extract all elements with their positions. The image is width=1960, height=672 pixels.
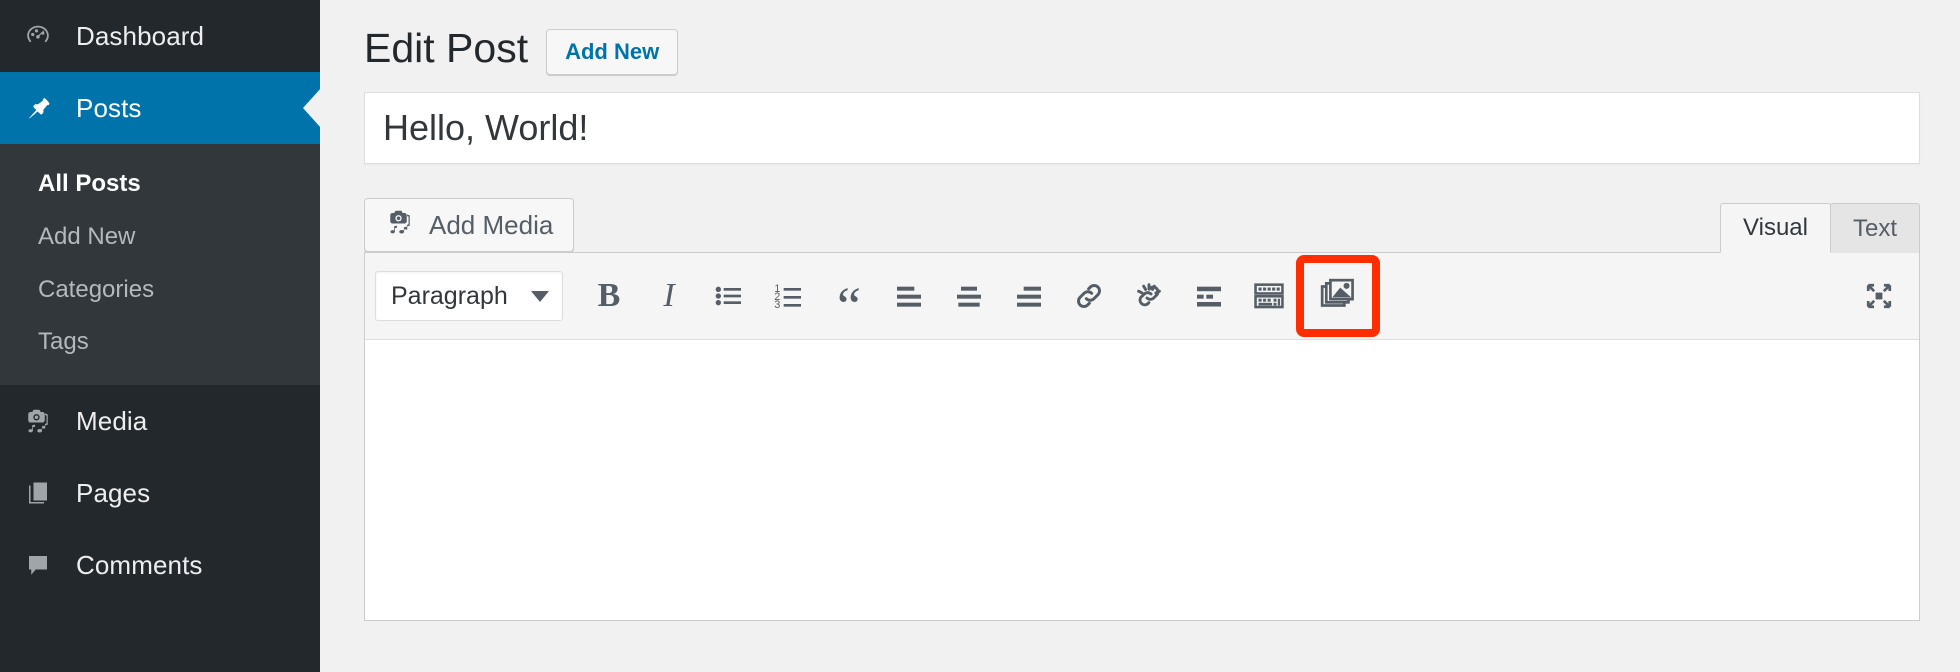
dashboard-icon: [14, 21, 62, 51]
comment-icon: [14, 550, 62, 580]
svg-text:3: 3: [774, 299, 780, 311]
italic-button[interactable]: I: [642, 269, 696, 323]
toolbar-toggle-icon: [1254, 283, 1284, 309]
page-header: Edit Post Add New: [364, 0, 1920, 82]
post-title-input[interactable]: [383, 106, 1901, 150]
media-icon: [14, 406, 62, 436]
sidebar-item-label: Media: [76, 405, 148, 436]
post-content-area[interactable]: [365, 340, 1919, 620]
italic-icon: I: [663, 277, 675, 314]
link-button[interactable]: [1062, 269, 1116, 323]
pages-icon: [14, 478, 62, 508]
submenu-item-all-posts[interactable]: All Posts: [0, 158, 320, 211]
page-title: Edit Post: [364, 25, 529, 72]
toolbar-toggle-button[interactable]: [1242, 269, 1296, 323]
media-icon: [385, 207, 415, 244]
add-media-button[interactable]: Add Media: [364, 198, 575, 252]
paragraph-format-select[interactable]: Paragraph: [375, 271, 563, 321]
pin-icon: [14, 93, 62, 123]
tab-text[interactable]: Text: [1829, 203, 1920, 253]
admin-content: Edit Post Add New Add Media: [320, 0, 1960, 672]
sidebar-item-media[interactable]: Media: [0, 385, 320, 457]
numbered-list-icon: 1 2 3: [774, 283, 801, 311]
post-editor: Paragraph B I 1 2 3 “: [364, 252, 1920, 621]
admin-sidebar: Dashboard Posts All Posts Add New Catego…: [0, 0, 320, 672]
post-title-field[interactable]: [364, 92, 1920, 164]
submenu-item-tags[interactable]: Tags: [0, 316, 320, 369]
wordpress-admin-screen: Dashboard Posts All Posts Add New Catego…: [0, 0, 1960, 672]
align-left-button[interactable]: [882, 269, 936, 323]
tab-visual[interactable]: Visual: [1720, 203, 1831, 253]
posts-submenu: All Posts Add New Categories Tags: [0, 144, 320, 386]
numbered-list-button[interactable]: 1 2 3: [762, 269, 816, 323]
distraction-free-icon: [1866, 283, 1892, 309]
gallery-icon: [1320, 278, 1354, 307]
read-more-icon: [1197, 286, 1221, 307]
align-left-icon: [897, 286, 921, 307]
read-more-button[interactable]: [1182, 269, 1236, 323]
distraction-free-button[interactable]: [1852, 269, 1906, 323]
submenu-item-categories[interactable]: Categories: [0, 264, 320, 317]
blockquote-icon: “: [837, 275, 861, 336]
sidebar-item-posts[interactable]: Posts: [0, 72, 320, 144]
blockquote-button[interactable]: “: [822, 269, 876, 336]
link-icon: [1077, 284, 1101, 308]
bulleted-list-button[interactable]: [702, 269, 756, 323]
sidebar-item-pages[interactable]: Pages: [0, 457, 320, 529]
unlink-icon: [1137, 283, 1161, 307]
sidebar-item-label: Comments: [76, 549, 203, 580]
unlink-button[interactable]: [1122, 269, 1176, 323]
add-media-label: Add Media: [429, 209, 554, 240]
sidebar-item-label: Dashboard: [76, 20, 205, 51]
add-new-button[interactable]: Add New: [546, 29, 679, 75]
bulleted-list-icon: [715, 286, 741, 306]
sidebar-item-label: Pages: [76, 477, 151, 508]
submenu-item-add-new[interactable]: Add New: [0, 211, 320, 264]
align-center-icon: [957, 286, 981, 307]
sidebar-item-dashboard[interactable]: Dashboard: [0, 0, 320, 72]
editor-mode-tabs: Visual Text: [1720, 203, 1920, 253]
align-right-button[interactable]: [1002, 269, 1056, 323]
bold-icon: B: [597, 277, 621, 314]
sidebar-item-comments[interactable]: Comments: [0, 529, 320, 601]
bold-button[interactable]: B: [582, 269, 636, 323]
chevron-down-icon: [531, 290, 549, 302]
editor-toolbar-row: Add Media Visual Text: [364, 188, 1920, 253]
format-select-value: Paragraph: [391, 281, 508, 310]
align-right-icon: [1017, 286, 1041, 307]
sidebar-item-label: Posts: [76, 92, 142, 123]
gallery-button[interactable]: [1296, 255, 1380, 337]
align-center-button[interactable]: [942, 269, 996, 323]
format-toolbar: Paragraph B I 1 2 3 “: [365, 253, 1919, 340]
